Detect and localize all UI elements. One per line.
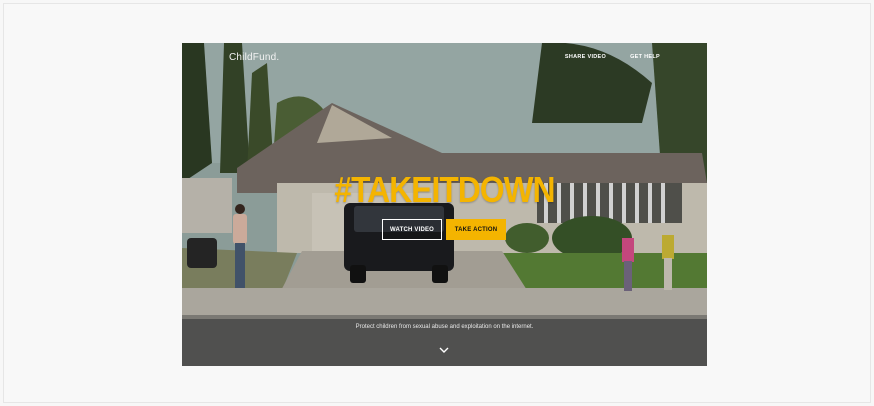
watch-video-button[interactable]: WATCH VIDEO <box>382 219 442 240</box>
chevron-down-icon[interactable] <box>438 345 450 355</box>
childfund-logo[interactable]: ChildFund. <box>229 52 279 63</box>
hero-section: ChildFund. SHARE VIDEO GET HELP #TAKEITD… <box>182 43 707 366</box>
hero-headline: #TAKEITDOWN <box>334 169 555 210</box>
take-action-button[interactable]: TAKE ACTION <box>446 219 506 240</box>
hero-tagline: Protect children from sexual abuse and e… <box>355 324 534 330</box>
share-video-link[interactable]: SHARE VIDEO <box>565 54 606 60</box>
top-nav: SHARE VIDEO GET HELP <box>565 54 660 60</box>
get-help-link[interactable]: GET HELP <box>630 54 660 60</box>
